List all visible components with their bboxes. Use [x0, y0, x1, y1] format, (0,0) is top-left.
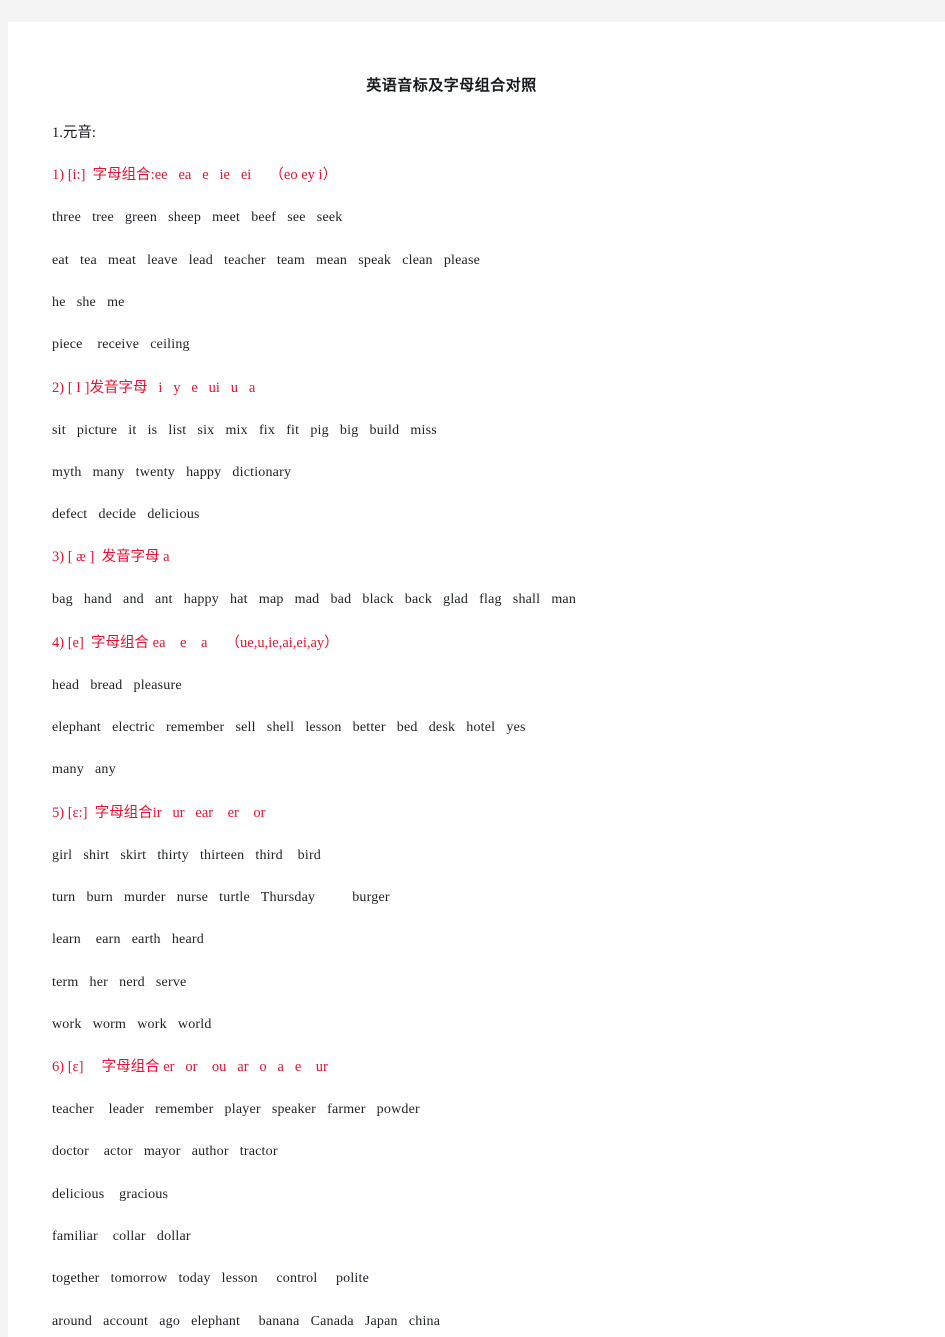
word-list-row: bag hand and ant happy hat map mad bad b…	[52, 592, 577, 608]
word-list-row: doctor actor mayor author tractor	[52, 1144, 278, 1160]
rule-heading-3: 3) [ æ ] 发音字母 a	[52, 549, 170, 566]
page-canvas: 英语音标及字母组合对照 1.元音: 1) [i:] 字母组合:ee ea e i…	[0, 0, 945, 1337]
word-list-row: many any	[52, 762, 116, 778]
word-list-row: girl shirt skirt thirty thirteen third b…	[52, 847, 322, 863]
word-list-row: three tree green sheep meet beef see see…	[52, 210, 343, 226]
rule-heading-2: 2) [ I ]发音字母 i y e ui u a	[52, 379, 256, 396]
section-heading-vowels: 1.元音:	[52, 125, 96, 141]
document-page: 英语音标及字母组合对照 1.元音: 1) [i:] 字母组合:ee ea e i…	[8, 22, 945, 1337]
word-list-row: sit picture it is list six mix fix fit p…	[52, 422, 437, 438]
word-list-row: learn earn earth heard	[52, 932, 204, 948]
rule-heading-1: 1) [i:] 字母组合:ee ea e ie ei （eo ey i）	[52, 167, 338, 184]
rule-heading-5: 5) [ɛ:] 字母组合ir ur ear er or	[52, 804, 266, 821]
word-list-row: delicious gracious	[52, 1186, 169, 1202]
word-list-row: familiar collar dollar	[52, 1229, 191, 1245]
word-list-row: elephant electric remember sell shell le…	[52, 720, 526, 736]
word-list-row: defect decide delicious	[52, 507, 200, 523]
word-list-row: piece receive ceiling	[52, 337, 190, 353]
word-list-row: turn burn murder nurse turtle Thursday b…	[52, 889, 390, 905]
document-body: 英语音标及字母组合对照 1.元音: 1) [i:] 字母组合:ee ea e i…	[8, 22, 945, 1337]
word-list-row: together tomorrow today lesson control p…	[52, 1271, 370, 1287]
rule-heading-6: 6) [ɛ] 字母组合 er or ou ar o a e ur	[52, 1059, 328, 1076]
word-list-row: work worm work world	[52, 1016, 212, 1032]
page-title: 英语音标及字母组合对照	[366, 78, 537, 94]
word-list-row: head bread pleasure	[52, 677, 182, 693]
word-list-row: myth many twenty happy dictionary	[52, 464, 292, 480]
word-list-row: term her nerd serve	[52, 974, 187, 990]
word-list-row: teacher leader remember player speaker f…	[52, 1102, 420, 1118]
word-list-row: eat tea meat leave lead teacher team mea…	[52, 252, 481, 268]
word-list-row: he she me	[52, 294, 125, 310]
word-list-row: around account ago elephant banana Canad…	[52, 1313, 441, 1329]
rule-heading-4: 4) [e] 字母组合 ea e a （ue,u,ie,ai,ei,ay）	[52, 634, 339, 651]
